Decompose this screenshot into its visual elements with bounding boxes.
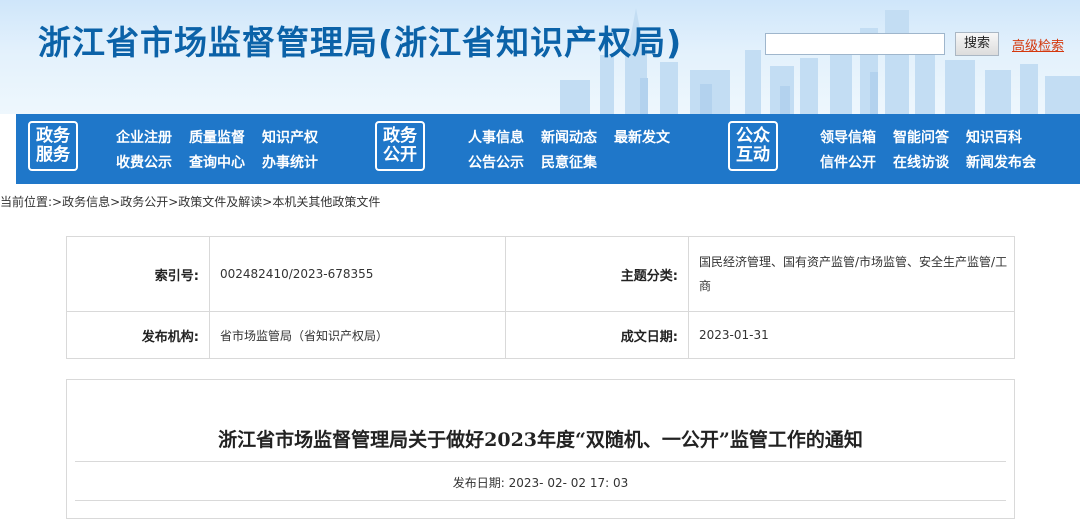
breadcrumb: 当前位置:>政务信息>政务公开>政策文件及解读>本机关其他政策文件: [0, 193, 380, 210]
breadcrumb-prefix: 当前位置:: [0, 195, 53, 209]
header-banner: 浙江省市场监督管理局(浙江省知识产权局) 搜索 高级检索: [0, 0, 1080, 114]
nav-box-public-interaction-line2: 互动: [736, 145, 770, 165]
breadcrumb-separator: >: [262, 195, 273, 209]
index-number-value: 002482410/2023-678355: [209, 236, 506, 312]
article-publish-date: 发布日期: 2023- 02- 02 17: 03: [67, 474, 1014, 491]
nav-link-service-statistics[interactable]: 办事统计: [262, 152, 318, 172]
search-button[interactable]: 搜索: [955, 32, 999, 56]
article-panel: 浙江省市场监督管理局关于做好2023年度“双随机、一公开”监管工作的通知 发布日…: [66, 379, 1015, 519]
publish-date-label: 发布日期:: [452, 476, 505, 490]
breadcrumb-item-government-info[interactable]: 政务信息: [62, 195, 110, 209]
nav-box-public-interaction-line1: 公众: [736, 126, 770, 146]
nav-box-service-line1: 政务: [36, 126, 70, 146]
nav-link-public-letters[interactable]: 信件公开: [820, 152, 876, 172]
nav-link-fee-disclosure[interactable]: 收费公示: [116, 152, 172, 172]
index-number-label: 索引号:: [66, 236, 210, 312]
nav-box-public-interaction[interactable]: 公众 互动: [728, 121, 778, 171]
advanced-search-link[interactable]: 高级检索: [1012, 35, 1064, 54]
publish-date-value: 2023- 02- 02 17: 03: [508, 476, 629, 490]
issue-date-label: 成文日期:: [505, 311, 689, 359]
nav-box-service[interactable]: 政务 服务: [28, 121, 78, 171]
article-title: 浙江省市场监督管理局关于做好2023年度“双随机、一公开”监管工作的通知: [218, 429, 863, 451]
nav-link-query-center[interactable]: 查询中心: [189, 152, 245, 172]
breadcrumb-separator: >: [52, 195, 63, 209]
nav-link-public-opinion[interactable]: 民意征集: [541, 152, 597, 172]
publisher-label: 发布机构:: [66, 311, 210, 359]
document-metadata-table: 索引号: 002482410/2023-678355 主题分类: 国民经济管理、…: [66, 236, 1015, 359]
metadata-row: 索引号: 002482410/2023-678355 主题分类: 国民经济管理、…: [66, 236, 1015, 312]
nav-box-service-line2: 服务: [36, 145, 70, 165]
issue-date-value: 2023-01-31: [688, 311, 1015, 359]
nav-link-online-interviews[interactable]: 在线访谈: [893, 152, 949, 172]
search-input[interactable]: [765, 33, 945, 55]
metadata-row: 发布机构: 省市场监管局（省知识产权局） 成文日期: 2023-01-31: [66, 311, 1015, 359]
topic-category-label: 主题分类:: [505, 236, 689, 312]
topic-category-value: 国民经济管理、国有资产监管/市场监管、安全生产监管/工商: [688, 236, 1015, 312]
nav-box-open-affairs-line1: 政务: [383, 126, 417, 146]
nav-box-open-affairs[interactable]: 政务 公开: [375, 121, 425, 171]
nav-link-leader-mailbox[interactable]: 领导信箱: [820, 127, 876, 147]
breadcrumb-separator: >: [168, 195, 179, 209]
nav-link-knowledge-base[interactable]: 知识百科: [966, 127, 1022, 147]
nav-link-enterprise-registration[interactable]: 企业注册: [116, 127, 172, 147]
article-divider: [75, 461, 1006, 462]
breadcrumb-separator: >: [110, 195, 121, 209]
site-title: 浙江省市场监督管理局(浙江省知识产权局): [38, 23, 683, 62]
nav-link-intellectual-property[interactable]: 知识产权: [262, 127, 318, 147]
nav-link-smart-qa[interactable]: 智能问答: [893, 127, 949, 147]
nav-link-announcements[interactable]: 公告公示: [468, 152, 524, 172]
nav-link-quality-supervision[interactable]: 质量监督: [189, 127, 245, 147]
nav-link-press-conference[interactable]: 新闻发布会: [966, 152, 1036, 172]
breadcrumb-item-policy-documents[interactable]: 政策文件及解读: [178, 195, 262, 209]
article-divider: [75, 500, 1006, 501]
breadcrumb-item-open-affairs[interactable]: 政务公开: [120, 195, 168, 209]
publisher-value: 省市场监管局（省知识产权局）: [209, 311, 506, 359]
nav-link-personnel-info[interactable]: 人事信息: [468, 127, 524, 147]
nav-box-open-affairs-line2: 公开: [383, 145, 417, 165]
main-navigation: 政务 服务 企业注册 质量监督 知识产权 收费公示 查询中心 办事统计 政务 公…: [16, 114, 1080, 184]
nav-link-news[interactable]: 新闻动态: [541, 127, 597, 147]
nav-link-latest-documents[interactable]: 最新发文: [614, 127, 670, 147]
breadcrumb-item-other-policy-files[interactable]: 本机关其他政策文件: [272, 195, 380, 209]
